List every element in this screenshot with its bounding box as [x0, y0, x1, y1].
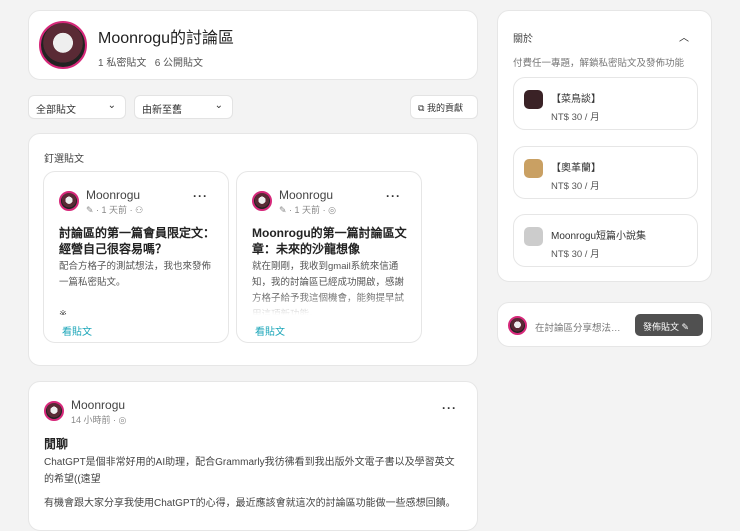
- post-type-value: 全部貼文: [36, 105, 76, 116]
- compose-input[interactable]: 在討論區分享想法…: [535, 320, 621, 334]
- contributions-icon: ⧉: [418, 103, 425, 113]
- pinned-heading: 釘選貼文: [44, 154, 84, 165]
- about-description: 付費任一專題，解鎖私密貼文及發佈功能: [513, 58, 685, 69]
- compose-box: 在討論區分享想法… 發佈貼文 ✎: [497, 302, 712, 347]
- author-avatar: [59, 191, 79, 211]
- more-options-icon[interactable]: ···: [193, 189, 208, 203]
- members-icon: ⚇: [135, 205, 144, 215]
- page-title: Moonrogu的討論區: [98, 30, 235, 47]
- post-meta: ✎ · 1 天前 · ◎: [279, 205, 336, 215]
- more-options-icon[interactable]: ···: [442, 401, 457, 415]
- post-time: 1 天前: [101, 205, 128, 215]
- pin-icon: ✎: [279, 205, 287, 215]
- post-title: 閒聊: [44, 437, 69, 451]
- author-name[interactable]: Moonrogu: [71, 398, 125, 412]
- forum-header: Moonrogu的討論區 1 私密貼文 6 公開貼文: [28, 10, 478, 80]
- public-count: 6: [154, 58, 161, 69]
- plan-thumbnail: [524, 159, 543, 178]
- user-avatar: [508, 316, 527, 335]
- edit-icon: ✎: [681, 322, 690, 332]
- post-title: 討論區的第一篇會員限定文：經營自己很容易嗎？: [59, 226, 216, 256]
- globe-icon: ◎: [118, 415, 127, 425]
- plan-card[interactable]: Moonrogu短篇小說集 NT$ 30 / 月: [513, 214, 698, 267]
- publish-label: 發佈貼文: [643, 322, 680, 332]
- public-label: 公開貼文: [163, 58, 204, 69]
- post-title: Moonrogu的第一篇討論區文章：未來的沙龍想像: [252, 226, 407, 256]
- chevron-down-icon: ⌄: [214, 100, 223, 111]
- globe-icon: ◎: [328, 205, 336, 215]
- plan-name: 【奧革蘭】: [551, 163, 601, 174]
- post-time: 1 天前: [294, 205, 321, 215]
- plan-name: Moonrogu短篇小說集: [551, 231, 647, 242]
- view-post-link[interactable]: 看貼文: [255, 323, 285, 338]
- more-options-icon[interactable]: ···: [386, 189, 401, 203]
- author-name[interactable]: Moonrogu: [279, 188, 333, 202]
- plan-card[interactable]: 【奧革蘭】 NT$ 30 / 月: [513, 146, 698, 199]
- author-name[interactable]: Moonrogu: [86, 188, 140, 202]
- author-avatar: [44, 401, 64, 421]
- plan-thumbnail: [524, 90, 543, 109]
- view-post-link[interactable]: 看貼文: [62, 323, 92, 338]
- author-avatar: [252, 191, 272, 211]
- pin-icon: ✎: [86, 205, 94, 215]
- plan-price: NT$ 30 / 月: [551, 181, 600, 192]
- post-type-select[interactable]: 全部貼文 ⌄: [28, 95, 126, 119]
- plan-price: NT$ 30 / 月: [551, 249, 600, 260]
- my-contributions-button[interactable]: ⧉ 我的貢獻: [410, 95, 478, 119]
- plan-card[interactable]: 【菜鳥談】 NT$ 30 / 月: [513, 77, 698, 130]
- post-paragraph: 有機會跟大家分享我使用ChatGPT的心得，最近應該會就這次的討論區功能做一些感…: [44, 498, 456, 509]
- plan-name: 【菜鳥談】: [551, 94, 601, 105]
- post-paragraph: ChatGPT是個非常好用的AI助理，配合Grammarly我彷彿看到我出版外文…: [44, 457, 455, 485]
- contributions-label: 我的貢獻: [426, 103, 463, 113]
- private-count: 1: [98, 58, 104, 69]
- sort-select[interactable]: 由新至舊 ⌄: [134, 95, 233, 119]
- pinned-post-card[interactable]: Moonrogu ✎ · 1 天前 · ◎ ··· Moonrogu的第一篇討論…: [236, 171, 422, 343]
- post-counts: 1 私密貼文 6 公開貼文: [98, 54, 203, 69]
- about-panel: 關於 ︿ 付費任一專題，解鎖私密貼文及發佈功能 【菜鳥談】 NT$ 30 / 月 …: [497, 10, 712, 282]
- post-excerpt: 就在剛剛，我收到gmail系統來信通知，我的討論區已經成功開啟，感謝方格子給予我…: [252, 261, 405, 315]
- plan-price: NT$ 30 / 月: [551, 112, 600, 123]
- private-label: 私密貼文: [106, 58, 147, 69]
- about-heading: 關於: [513, 34, 533, 45]
- sort-value: 由新至舊: [142, 105, 182, 116]
- plan-thumbnail: [524, 227, 543, 246]
- pinned-post-card[interactable]: Moonrogu ✎ · 1 天前 · ⚇ ··· 討論區的第一篇會員限定文：經…: [43, 171, 229, 343]
- publish-post-button[interactable]: 發佈貼文 ✎: [635, 314, 703, 336]
- forum-avatar: [39, 21, 87, 69]
- post-time: 14 小時前: [71, 415, 111, 425]
- post-card: Moonrogu 14 小時前 · ◎ ··· 閒聊 ChatGPT是個非常好用…: [28, 381, 478, 531]
- post-meta: 14 小時前 · ◎: [71, 415, 127, 425]
- post-excerpt: 配合方格子的測試想法，我也來發佈一篇私密貼文。 ※: [59, 261, 212, 315]
- chevron-down-icon: ⌄: [107, 100, 116, 111]
- post-meta: ✎ · 1 天前 · ⚇: [86, 205, 144, 215]
- chevron-up-icon[interactable]: ︿: [679, 29, 689, 44]
